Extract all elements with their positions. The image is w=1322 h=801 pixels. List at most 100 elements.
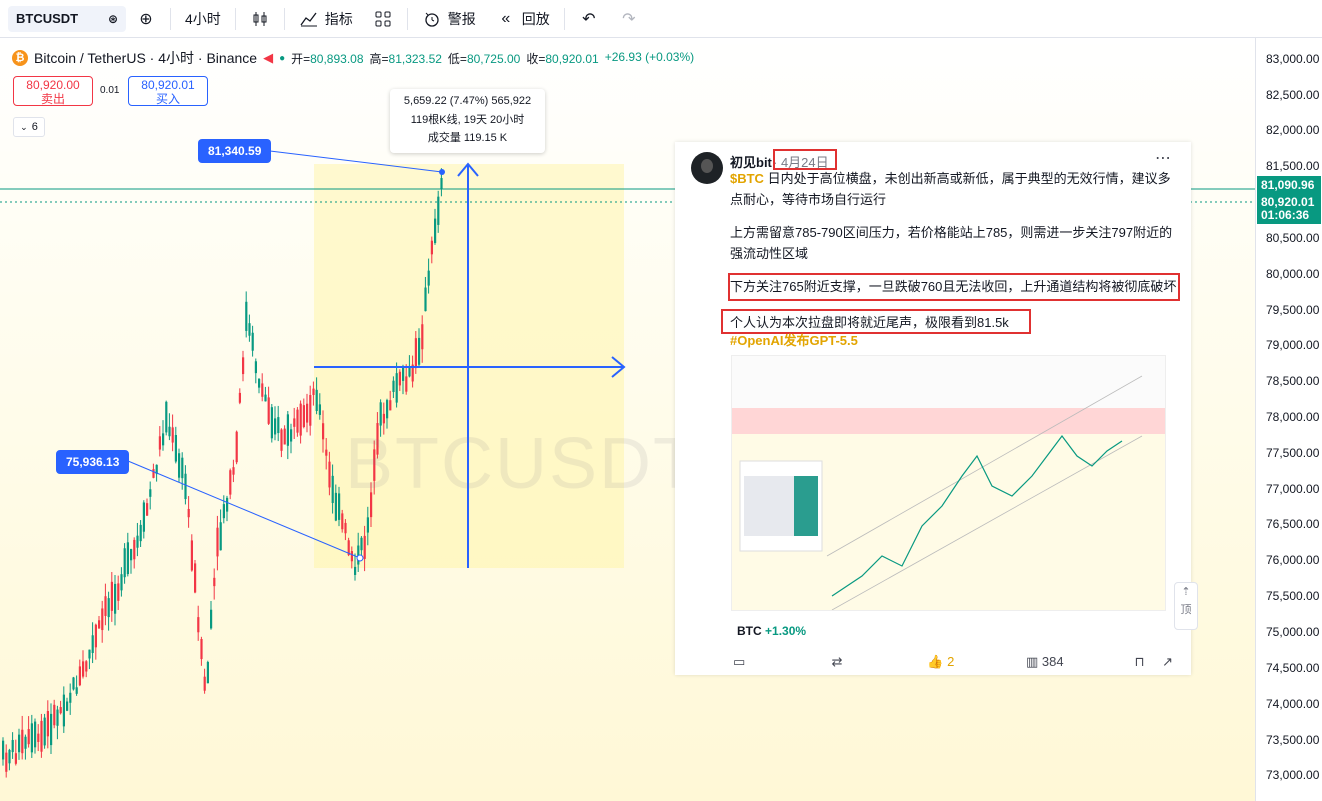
- candle-body: [59, 707, 62, 714]
- social-post-card[interactable]: 初见bit · 4月24日 ⋯ $BTC 日内处于高位横盘，未创出新高或新低，属…: [675, 142, 1191, 675]
- replay-button[interactable]: « 回放: [486, 5, 560, 33]
- redo-button[interactable]: ↷: [609, 5, 649, 33]
- chart-legend: ₿ Bitcoin / TetherUS · 4小时 · Binance ◀ ●…: [12, 48, 694, 68]
- candle-body: [293, 418, 296, 427]
- candle-body: [11, 739, 14, 753]
- candle-body: [43, 717, 46, 746]
- high-price-callout[interactable]: 81,340.59: [198, 139, 272, 163]
- candle-body: [5, 752, 8, 772]
- comment-icon[interactable]: ▭: [733, 654, 832, 670]
- repost-icon[interactable]: ⇄: [832, 654, 928, 670]
- candle-body: [94, 624, 97, 648]
- coin-symbol: BTC: [737, 624, 762, 638]
- candle-body: [91, 635, 94, 654]
- more-icon[interactable]: ⋯: [1155, 148, 1171, 168]
- candle-body: [174, 435, 177, 462]
- bookmark-icon[interactable]: ⊓: [1134, 654, 1162, 670]
- candle-body: [312, 388, 315, 395]
- candle-body: [110, 581, 113, 611]
- coin-chip[interactable]: BTC +1.30%: [737, 624, 806, 638]
- candle-body: [24, 736, 27, 749]
- chart-type-button[interactable]: [240, 5, 280, 33]
- candle-body: [219, 522, 222, 551]
- measure-price-range: 5,659.22 (7.47%) 565,922: [403, 95, 532, 107]
- candle-body: [427, 270, 430, 286]
- thumbnail-chart: [732, 375, 1165, 610]
- low-anchor-point[interactable]: [356, 554, 364, 562]
- candle-body: [194, 563, 197, 593]
- candle-body: [210, 609, 213, 629]
- price-axis[interactable]: 83,000.00 82,500.00 82,000.00 81,500.00 80,5…: [1255, 38, 1322, 801]
- candle-body: [283, 428, 286, 445]
- candle-body: [434, 218, 437, 244]
- price-tick: 79,000.00: [1266, 338, 1320, 352]
- watchlist-icon[interactable]: ⊛: [108, 12, 118, 26]
- candle-body: [130, 549, 133, 561]
- alert-button[interactable]: 警报: [412, 5, 486, 33]
- redo-icon: ↷: [622, 10, 636, 28]
- scroll-top-label: 顶: [1180, 604, 1192, 616]
- interval-label: 4小时: [185, 10, 221, 27]
- candle-body: [88, 649, 91, 659]
- candle-body: [430, 240, 433, 255]
- price-tick: 74,500.00: [1266, 661, 1320, 675]
- post-chart-image[interactable]: [731, 355, 1166, 611]
- avatar[interactable]: [691, 152, 723, 184]
- symbol-title[interactable]: Bitcoin / TetherUS · 4小时 · Binance: [34, 48, 257, 68]
- candle-body: [232, 467, 235, 475]
- share-icon[interactable]: ↗: [1162, 654, 1173, 670]
- scroll-to-top-button[interactable]: ⇡ 顶: [1174, 582, 1198, 630]
- candle-body: [302, 405, 305, 428]
- level-price-label: 81,090.96: [1257, 176, 1321, 194]
- candle-body: [258, 378, 261, 388]
- candle-body: [152, 469, 155, 478]
- indicators-toggle[interactable]: ⌄ 6: [13, 117, 45, 137]
- low-value: 80,725.00: [466, 51, 521, 66]
- candle-body: [306, 403, 309, 423]
- candle-body: [184, 473, 187, 500]
- high-label: 高=: [369, 51, 389, 66]
- high-value: 81,323.52: [388, 51, 442, 66]
- divider: [170, 7, 171, 30]
- candle-body: [226, 497, 229, 512]
- candle-body: [162, 433, 165, 446]
- layouts-button[interactable]: [363, 5, 403, 33]
- undo-button[interactable]: ↶: [569, 5, 609, 33]
- indicators-button[interactable]: 指标: [289, 5, 363, 33]
- divider: [283, 7, 285, 30]
- candle-body: [360, 537, 363, 551]
- symbol-watermark: BTCUSDT: [345, 424, 699, 504]
- candle-body: [158, 436, 161, 450]
- sell-label: 卖出: [40, 92, 65, 106]
- candle-body: [341, 513, 344, 530]
- candle-body: [117, 583, 120, 601]
- ticker-tag[interactable]: $BTC: [730, 171, 764, 186]
- post-hashtag[interactable]: #OpenAI发布GPT-5.5: [730, 330, 1180, 351]
- candle-body: [165, 401, 168, 433]
- candle-body: [325, 449, 328, 456]
- candle-body: [98, 620, 101, 629]
- rewind-icon: «: [501, 9, 511, 27]
- candle-body: [322, 423, 325, 440]
- price-tick: 79,500.00: [1266, 303, 1320, 317]
- compare-button[interactable]: ⊕: [126, 5, 166, 33]
- chevron-down-icon: ⌄: [20, 121, 28, 132]
- buy-button[interactable]: 80,920.01 买入: [128, 76, 208, 106]
- candle-body: [181, 457, 184, 479]
- candle-body: [395, 373, 398, 403]
- low-price-callout[interactable]: 75,936.13: [56, 450, 130, 474]
- low-label: 低=: [447, 51, 467, 66]
- candle-body: [398, 371, 401, 386]
- candle-body: [187, 508, 190, 518]
- sell-button[interactable]: 80,920.00 卖出: [13, 76, 93, 106]
- interval-button[interactable]: 4小时: [175, 5, 231, 33]
- like-button[interactable]: 👍 2: [927, 654, 1026, 670]
- candle-body: [238, 392, 241, 403]
- flag-icon[interactable]: ◀: [263, 50, 273, 66]
- symbol-search[interactable]: BTCUSDT ⊛: [8, 5, 126, 32]
- candle-body: [261, 383, 264, 397]
- candle-body: [299, 403, 302, 436]
- candle-body: [27, 729, 30, 745]
- high-anchor-point[interactable]: [439, 169, 445, 175]
- measure-tooltip: 5,659.22 (7.47%) 565,922 119根K线, 19天 20小…: [390, 89, 545, 153]
